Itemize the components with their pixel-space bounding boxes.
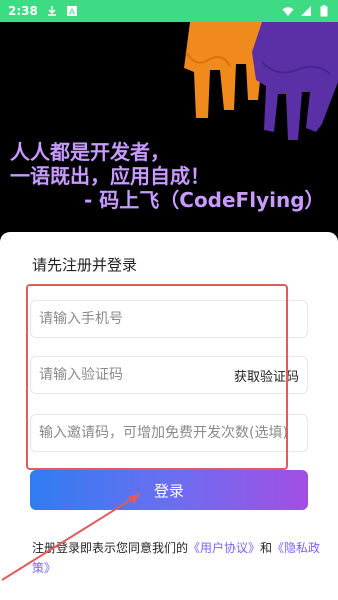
wifi-icon (282, 5, 294, 17)
verification-code-field[interactable]: 获取验证码 (30, 356, 308, 394)
font-icon: A (66, 5, 78, 17)
slogan-line-1: 人人都是开发者， (10, 140, 170, 164)
agreement-prefix: 注册登录即表示您同意我们的 (32, 541, 189, 555)
status-time: 2:38 (8, 4, 38, 18)
phone-input[interactable] (39, 311, 299, 327)
invite-code-input[interactable] (39, 425, 299, 441)
sheet-title: 请先注册并登录 (32, 256, 138, 274)
download-icon (46, 5, 58, 17)
agreement-text: 注册登录即表示您同意我们的《用户协议》和《隐私政策》 (32, 538, 322, 578)
invite-code-field[interactable] (30, 414, 308, 452)
svg-text:A: A (69, 8, 75, 17)
slogan-line-3: - 码上飞（CodeFlying） (84, 188, 325, 212)
login-button[interactable]: 登录 (30, 470, 308, 510)
login-sheet: 请先注册并登录 获取验证码 登录 注册登录即表示您同意我们的《用户协议》和《隐私… (0, 232, 338, 600)
user-agreement-link[interactable]: 《用户协议》 (188, 541, 260, 555)
slogan-line-2: 一语既出，应用自成！ (10, 164, 210, 188)
phone-field[interactable] (30, 300, 308, 338)
signal-icon (300, 5, 312, 17)
status-bar: 2:38 A (0, 0, 338, 22)
slogan: 人人都是开发者， 一语既出，应用自成！ - 码上飞（CodeFlying） (10, 140, 330, 212)
get-code-button[interactable]: 获取验证码 (234, 366, 299, 385)
agreement-and: 和 (260, 541, 273, 555)
hero-banner: 人人都是开发者， 一语既出，应用自成！ - 码上飞（CodeFlying） (0, 22, 338, 232)
battery-icon (318, 5, 330, 17)
